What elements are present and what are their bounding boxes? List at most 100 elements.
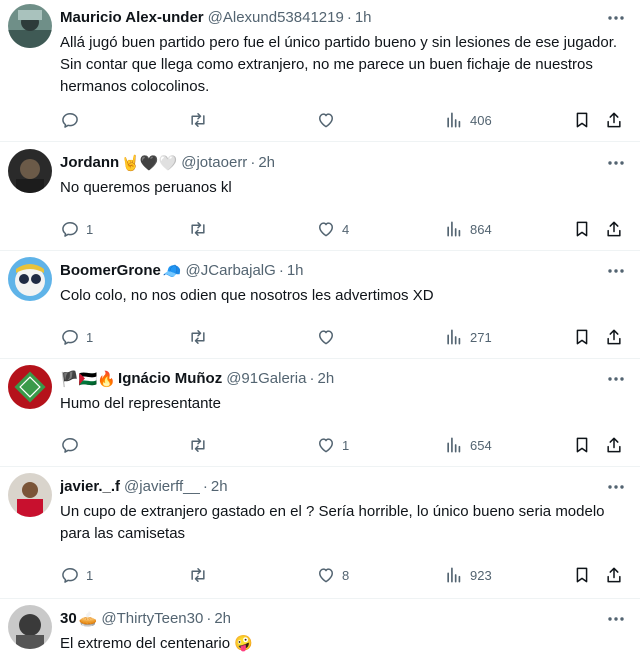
tweet-text: Humo del representante [60, 395, 221, 412]
tweet[interactable]: Jordann 🤘🖤🤍 @jotaoerr · 2h No queremos p… [0, 145, 640, 251]
views-button[interactable]: 406 [444, 103, 492, 137]
retweet-icon [191, 330, 205, 344]
tweet-text: El extremo del centenario 🤪 [60, 635, 253, 652]
views-button[interactable]: 271 [444, 320, 492, 354]
retweet-button[interactable] [188, 428, 214, 462]
share-button[interactable] [604, 558, 624, 592]
reply-button[interactable] [60, 428, 86, 462]
bookmark-icon [576, 112, 588, 128]
bookmark-icon [576, 329, 588, 345]
heart-icon [319, 330, 333, 345]
bookmark-button[interactable] [572, 558, 592, 592]
name-emojis: 🥧 [78, 610, 98, 628]
reply-button[interactable]: 1 [60, 212, 93, 246]
avatar[interactable] [8, 605, 52, 649]
tweet-header: 🏴🇵🇸🔥 Ignácio Muñoz @91Galeria · 2h [60, 369, 590, 389]
views-count: 923 [470, 567, 492, 583]
bookmark-button[interactable] [572, 320, 592, 354]
share-icon [607, 567, 621, 583]
retweet-icon [191, 222, 205, 236]
avatar[interactable] [8, 4, 52, 48]
display-name[interactable]: javier._.f [60, 477, 120, 497]
display-name[interactable]: BoomerGrone [60, 261, 161, 281]
share-button[interactable] [604, 320, 624, 354]
avatar[interactable] [8, 365, 52, 409]
more-options-icon[interactable] [606, 371, 626, 387]
share-icon [607, 112, 621, 128]
tweet[interactable]: Mauricio Alex-under @Alexund53841219 · 1… [0, 0, 640, 142]
avatar[interactable] [8, 149, 52, 193]
reply-button[interactable]: 1 [60, 558, 93, 592]
more-options-icon[interactable] [606, 10, 626, 26]
share-button[interactable] [604, 428, 624, 462]
timestamp[interactable]: 2h [258, 153, 275, 173]
views-button[interactable]: 864 [444, 212, 492, 246]
user-handle[interactable]: @jotaoerr [181, 153, 247, 173]
timestamp[interactable]: 2h [211, 477, 228, 497]
like-count: 1 [342, 437, 350, 453]
timestamp[interactable]: 1h [355, 8, 372, 28]
heart-icon [319, 438, 333, 453]
retweet-button[interactable] [188, 320, 214, 354]
avatar-image [8, 257, 52, 301]
reply-button[interactable]: 1 [60, 320, 93, 354]
bookmark-button[interactable] [572, 428, 592, 462]
bookmark-button[interactable] [572, 212, 592, 246]
more-options-icon[interactable] [606, 611, 626, 627]
like-button[interactable]: 8 [316, 558, 349, 592]
user-handle[interactable]: @JCarbajalG [186, 261, 276, 281]
reply-icon [62, 438, 78, 453]
share-button[interactable] [604, 103, 624, 137]
heart-icon [319, 222, 333, 237]
views-button[interactable]: 923 [444, 558, 492, 592]
timestamp[interactable]: 2h [214, 609, 231, 629]
timestamp[interactable]: 2h [317, 369, 334, 389]
tweet-header: Jordann 🤘🖤🤍 @jotaoerr · 2h [60, 153, 590, 173]
views-button[interactable]: 654 [444, 428, 492, 462]
display-name[interactable]: Jordann [60, 153, 119, 173]
display-name[interactable]: 30 [60, 609, 77, 629]
tweet[interactable]: BoomerGrone 🧢 @JCarbajalG · 1h Colo colo… [0, 253, 640, 359]
reply-button[interactable] [60, 103, 86, 137]
tweet-header: javier._.f @javierff__ · 2h [60, 477, 590, 497]
timestamp[interactable]: 1h [287, 261, 304, 281]
tweet-text: No queremos peruanos kl [60, 179, 232, 196]
tweet[interactable]: 🏴🇵🇸🔥 Ignácio Muñoz @91Galeria · 2h Humo … [0, 361, 640, 467]
like-button[interactable] [316, 103, 342, 137]
user-handle[interactable]: @ThirtyTeen30 [101, 609, 203, 629]
user-handle[interactable]: @91Galeria [226, 369, 306, 389]
retweet-button[interactable] [188, 212, 214, 246]
bookmark-icon [576, 437, 588, 453]
bookmark-icon [576, 567, 588, 583]
tweet-text: Un cupo de extranjero gastado en el ? Se… [60, 503, 605, 542]
retweet-button[interactable] [188, 558, 214, 592]
tweet-text: Allá jugó buen partido pero fue el único… [60, 34, 618, 95]
display-name[interactable]: Ignácio Muñoz [118, 369, 222, 389]
share-button[interactable] [604, 212, 624, 246]
user-handle[interactable]: @Alexund53841219 [208, 8, 344, 28]
like-button[interactable]: 4 [316, 212, 349, 246]
avatar[interactable] [8, 473, 52, 517]
tweet-actions: 1 654 [52, 428, 640, 462]
tweet-actions: 1 4 864 [52, 212, 640, 246]
more-options-icon[interactable] [606, 479, 626, 495]
display-name[interactable]: Mauricio Alex-under [60, 8, 204, 28]
retweet-icon [191, 113, 205, 127]
like-button[interactable] [316, 320, 342, 354]
avatar[interactable] [8, 257, 52, 301]
like-count: 4 [342, 221, 350, 237]
views-icon [447, 567, 461, 583]
more-options-icon[interactable] [606, 263, 626, 279]
avatar-image [8, 4, 52, 48]
tweet[interactable]: 30 🥧 @ThirtyTeen30 · 2h El extremo del c… [0, 601, 640, 662]
user-handle[interactable]: @javierff__ [124, 477, 200, 497]
tweet[interactable]: javier._.f @javierff__ · 2h Un cupo de e… [0, 469, 640, 599]
like-button[interactable]: 1 [316, 428, 349, 462]
bookmark-button[interactable] [572, 103, 592, 137]
retweet-button[interactable] [188, 103, 214, 137]
separator-dot: · [250, 154, 256, 171]
more-options-icon[interactable] [606, 155, 626, 171]
like-count: 8 [342, 567, 350, 583]
tweet-header: BoomerGrone 🧢 @JCarbajalG · 1h [60, 261, 590, 281]
views-icon [447, 221, 461, 237]
